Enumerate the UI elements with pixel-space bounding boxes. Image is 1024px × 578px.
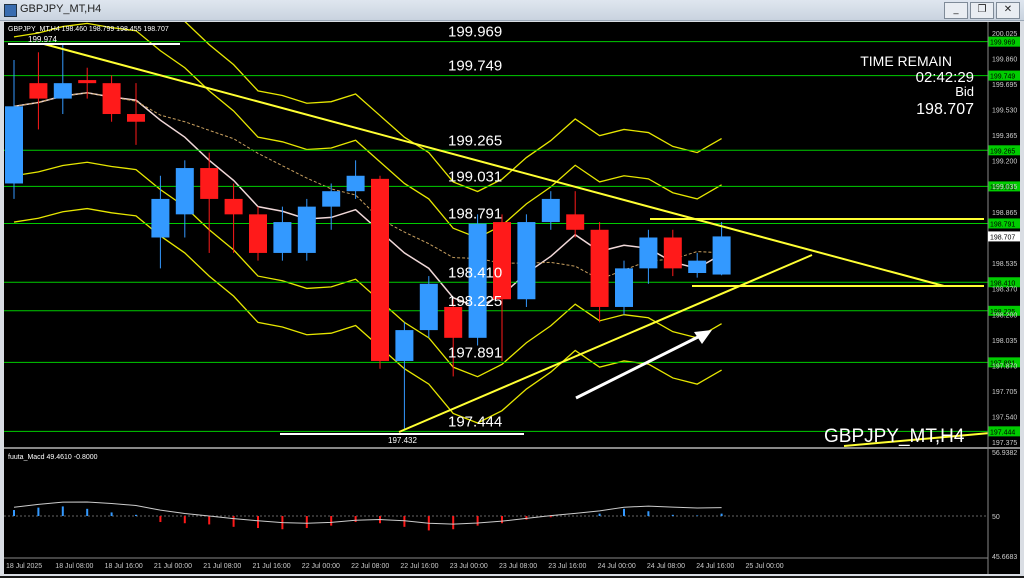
price-tick: 197.540 bbox=[992, 415, 1017, 422]
price-tick: 198.200 bbox=[992, 313, 1017, 320]
price-tick: 199.860 bbox=[992, 56, 1017, 63]
candle-body bbox=[371, 178, 389, 361]
candle-body bbox=[78, 80, 97, 84]
time-tick: 18 Jul 08:00 bbox=[55, 563, 93, 570]
price-tick: 200.025 bbox=[992, 31, 1017, 38]
minimize-button[interactable]: _ bbox=[944, 2, 968, 19]
terminal-window: GBPJPY_MT,H4 _ ❐ ✕ 199.969 199.749 199.265… bbox=[0, 0, 1024, 576]
time-tick: 22 Jul 16:00 bbox=[400, 563, 438, 570]
level-label: 199.749 bbox=[448, 58, 502, 75]
level-label: 198.791 bbox=[448, 205, 502, 222]
macd-tick: 45.6683 bbox=[992, 554, 1017, 561]
macd-label: fuuta_Macd 49.4610 -0.8000 bbox=[8, 454, 98, 461]
price-tick: 198.865 bbox=[992, 210, 1017, 217]
price-tick: 199.200 bbox=[992, 158, 1017, 165]
time-remain-label: TIME REMAIN bbox=[860, 53, 952, 69]
price-tick: 199.035 bbox=[992, 184, 1017, 191]
chart-info: GBPJPY_MT,H4 198.460 198.799 198.455 198… bbox=[8, 26, 169, 33]
level-label: 198.410 bbox=[448, 264, 502, 281]
time-tick: 23 Jul 00:00 bbox=[450, 563, 488, 570]
level-label: 199.265 bbox=[448, 132, 502, 149]
time-tick: 21 Jul 16:00 bbox=[253, 563, 291, 570]
window-titlebar[interactable]: GBPJPY_MT,H4 _ ❐ ✕ bbox=[0, 0, 1024, 21]
low-marker-label: 197.432 bbox=[388, 436, 417, 445]
chart-window-icon bbox=[4, 4, 17, 17]
level-tag-label: 198.791 bbox=[990, 221, 1015, 228]
candle-body bbox=[590, 229, 609, 307]
time-tick: 22 Jul 00:00 bbox=[302, 563, 340, 570]
close-button[interactable]: ✕ bbox=[996, 2, 1020, 19]
time-tick: 18 Jul 2025 bbox=[6, 563, 42, 570]
price-tick: 199.365 bbox=[992, 133, 1017, 140]
bid-label: Bid bbox=[955, 84, 974, 99]
time-tick: 24 Jul 00:00 bbox=[598, 563, 636, 570]
price-tick: 198.035 bbox=[992, 338, 1017, 345]
candle-body bbox=[444, 306, 463, 338]
high-marker-label: 199.974 bbox=[28, 35, 57, 44]
time-tick: 18 Jul 16:00 bbox=[105, 563, 143, 570]
window-title: GBPJPY_MT,H4 bbox=[20, 3, 102, 15]
candle-body bbox=[688, 260, 707, 273]
time-tick: 25 Jul 00:00 bbox=[746, 563, 784, 570]
level-label: 197.891 bbox=[448, 344, 502, 361]
candle-body bbox=[175, 168, 194, 215]
time-tick: 24 Jul 08:00 bbox=[647, 563, 685, 570]
candle-body bbox=[297, 206, 316, 253]
price-tick: 198.535 bbox=[992, 261, 1017, 268]
candle-body bbox=[102, 83, 121, 115]
level-label: 199.031 bbox=[448, 168, 502, 185]
symbol-watermark: GBPJPY_MT,H4 bbox=[824, 426, 965, 447]
candle-body bbox=[712, 236, 731, 275]
candle-body bbox=[541, 198, 560, 223]
current-price-label: 198.707 bbox=[990, 234, 1015, 241]
candle-body bbox=[395, 330, 414, 361]
time-tick: 21 Jul 08:00 bbox=[203, 563, 241, 570]
price-tick: 198.370 bbox=[992, 286, 1017, 293]
price-tick: 199.695 bbox=[992, 82, 1017, 89]
price-tick: 199.530 bbox=[992, 107, 1017, 114]
candle-body bbox=[566, 214, 585, 230]
candle-body bbox=[224, 198, 243, 215]
time-tick: 22 Jul 08:00 bbox=[351, 563, 389, 570]
candle-body bbox=[517, 222, 536, 300]
chart-area[interactable]: 199.969 199.749 199.265 199.031 198.791 198.4… bbox=[4, 0, 1020, 574]
candle-body bbox=[639, 237, 658, 269]
price-tick: 197.705 bbox=[992, 389, 1017, 396]
level-tag-label: 199.749 bbox=[990, 74, 1015, 81]
level-tag-label: 199.265 bbox=[990, 148, 1015, 155]
time-tick: 23 Jul 08:00 bbox=[499, 563, 537, 570]
candle-body bbox=[273, 222, 292, 253]
candle-body bbox=[615, 268, 633, 307]
candle-body bbox=[493, 222, 511, 300]
macd-tick: 56.9382 bbox=[992, 450, 1017, 457]
time-tick: 21 Jul 00:00 bbox=[154, 563, 192, 570]
level-tag-label: 197.444 bbox=[990, 429, 1015, 436]
candle-body bbox=[249, 214, 267, 253]
candle-body bbox=[663, 237, 682, 269]
level-label: 197.444 bbox=[448, 413, 502, 430]
candle-body bbox=[322, 191, 341, 207]
price-tick: 197.375 bbox=[992, 440, 1017, 447]
restore-button[interactable]: ❐ bbox=[970, 2, 994, 19]
level-label: 199.969 bbox=[448, 24, 502, 41]
candle-body bbox=[5, 106, 23, 184]
level-label: 198.225 bbox=[448, 293, 502, 310]
candle-body bbox=[127, 114, 145, 122]
price-tick: 197.870 bbox=[992, 364, 1017, 371]
time-tick: 23 Jul 16:00 bbox=[548, 563, 586, 570]
candle-body bbox=[151, 198, 170, 238]
bid-value: 198.707 bbox=[916, 101, 974, 118]
candle-body bbox=[346, 175, 365, 192]
level-tag-label: 199.969 bbox=[990, 40, 1015, 47]
candle-body bbox=[200, 168, 219, 199]
price-chart[interactable]: 199.969 199.749 199.265 199.031 198.791 198.4… bbox=[4, 0, 1020, 574]
candle-body bbox=[53, 83, 72, 99]
candle-body bbox=[419, 283, 438, 331]
time-tick: 24 Jul 16:00 bbox=[696, 563, 734, 570]
macd-tick: 50 bbox=[992, 514, 1000, 521]
candle-body bbox=[29, 83, 48, 99]
